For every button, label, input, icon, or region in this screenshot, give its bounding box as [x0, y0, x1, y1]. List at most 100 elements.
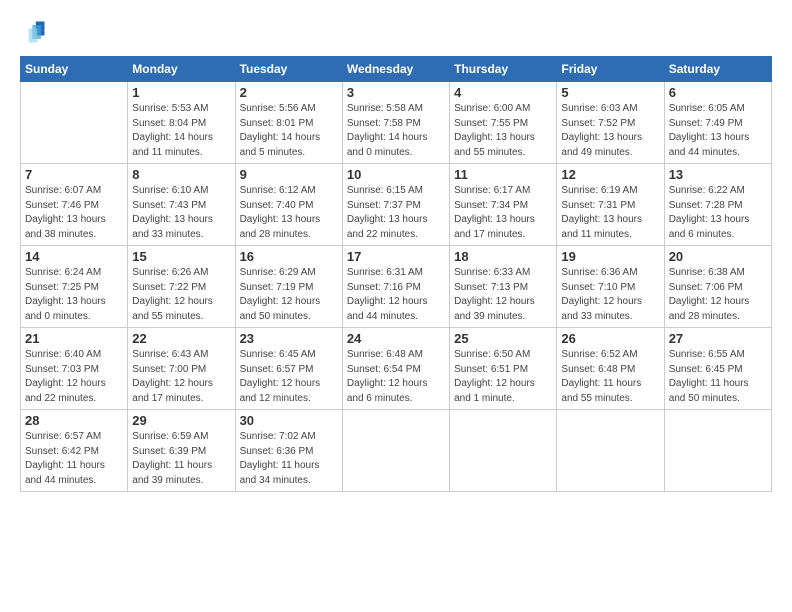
day-info: Sunrise: 5:56 AM Sunset: 8:01 PM Dayligh… — [240, 102, 338, 160]
calendar-cell — [557, 410, 664, 492]
day-number: 16 — [240, 249, 338, 264]
day-info: Sunrise: 6:43 AM Sunset: 7:00 PM Dayligh… — [132, 348, 230, 406]
calendar-cell: 20Sunrise: 6:38 AM Sunset: 7:06 PM Dayli… — [664, 246, 771, 328]
day-number: 3 — [347, 85, 445, 100]
calendar-week-row: 1 Sunrise: 5:53 AM Sunset: 8:04 PM Daylig… — [21, 82, 772, 164]
day-info: Sunrise: 6:48 AM Sunset: 6:54 PM Dayligh… — [347, 348, 445, 406]
day-number: 1 — [132, 85, 230, 100]
day-number: 28 — [25, 413, 123, 428]
day-info: Sunrise: 6:38 AM Sunset: 7:06 PM Dayligh… — [669, 266, 767, 324]
calendar-cell: 8Sunrise: 6:10 AM Sunset: 7:43 PM Daylig… — [128, 164, 235, 246]
day-number: 18 — [454, 249, 552, 264]
calendar-cell: 10 Sunrise: 6:15 AM Sunset: 7:37 PM Dayli… — [342, 164, 449, 246]
day-info: Sunrise: 6:33 AM Sunset: 7:13 PM Dayligh… — [454, 266, 552, 324]
day-info: Sunrise: 7:02 AM Sunset: 6:36 PM Dayligh… — [240, 430, 338, 488]
weekday-saturday: Saturday — [664, 57, 771, 82]
weekday-tuesday: Tuesday — [235, 57, 342, 82]
day-number: 7 — [25, 167, 123, 182]
day-number: 26 — [561, 331, 659, 346]
calendar-cell: 29 Sunrise: 6:59 AM Sunset: 6:39 PM Dayli… — [128, 410, 235, 492]
day-info: Sunrise: 6:50 AM Sunset: 6:51 PM Dayligh… — [454, 348, 552, 406]
calendar-cell: 17 Sunrise: 6:31 AM Sunset: 7:16 PM Dayli… — [342, 246, 449, 328]
day-info: Sunrise: 6:10 AM Sunset: 7:43 PM Dayligh… — [132, 184, 230, 242]
day-number: 19 — [561, 249, 659, 264]
calendar-cell: 19 Sunrise: 6:36 AM Sunset: 7:10 PM Dayli… — [557, 246, 664, 328]
calendar-cell: 21 Sunrise: 6:40 AM Sunset: 7:03 PM Dayli… — [21, 328, 128, 410]
day-info: Sunrise: 6:19 AM Sunset: 7:31 PM Dayligh… — [561, 184, 659, 242]
day-number: 30 — [240, 413, 338, 428]
day-info: Sunrise: 6:24 AM Sunset: 7:25 PM Dayligh… — [25, 266, 123, 324]
calendar-cell — [21, 82, 128, 164]
day-info: Sunrise: 6:17 AM Sunset: 7:34 PM Dayligh… — [454, 184, 552, 242]
day-info: Sunrise: 6:40 AM Sunset: 7:03 PM Dayligh… — [25, 348, 123, 406]
calendar-cell: 28Sunrise: 6:57 AM Sunset: 6:42 PM Dayli… — [21, 410, 128, 492]
calendar-cell: 12 Sunrise: 6:19 AM Sunset: 7:31 PM Dayli… — [557, 164, 664, 246]
day-info: Sunrise: 6:22 AM Sunset: 7:28 PM Dayligh… — [669, 184, 767, 242]
day-info: Sunrise: 6:12 AM Sunset: 7:40 PM Dayligh… — [240, 184, 338, 242]
calendar-cell: 5 Sunrise: 6:03 AM Sunset: 7:52 PM Daylig… — [557, 82, 664, 164]
day-info: Sunrise: 6:55 AM Sunset: 6:45 PM Dayligh… — [669, 348, 767, 406]
day-number: 13 — [669, 167, 767, 182]
day-info: Sunrise: 6:29 AM Sunset: 7:19 PM Dayligh… — [240, 266, 338, 324]
day-info: Sunrise: 5:58 AM Sunset: 7:58 PM Dayligh… — [347, 102, 445, 160]
day-info: Sunrise: 6:07 AM Sunset: 7:46 PM Dayligh… — [25, 184, 123, 242]
calendar-cell: 16 Sunrise: 6:29 AM Sunset: 7:19 PM Dayli… — [235, 246, 342, 328]
calendar-cell: 26 Sunrise: 6:52 AM Sunset: 6:48 PM Dayli… — [557, 328, 664, 410]
day-info: Sunrise: 6:03 AM Sunset: 7:52 PM Dayligh… — [561, 102, 659, 160]
day-number: 12 — [561, 167, 659, 182]
weekday-wednesday: Wednesday — [342, 57, 449, 82]
day-number: 4 — [454, 85, 552, 100]
day-number: 21 — [25, 331, 123, 346]
calendar-week-row: 21 Sunrise: 6:40 AM Sunset: 7:03 PM Dayli… — [21, 328, 772, 410]
day-number: 15 — [132, 249, 230, 264]
day-info: Sunrise: 6:36 AM Sunset: 7:10 PM Dayligh… — [561, 266, 659, 324]
day-number: 6 — [669, 85, 767, 100]
calendar-cell: 2Sunrise: 5:56 AM Sunset: 8:01 PM Daylig… — [235, 82, 342, 164]
weekday-sunday: Sunday — [21, 57, 128, 82]
calendar-cell: 15 Sunrise: 6:26 AM Sunset: 7:22 PM Dayli… — [128, 246, 235, 328]
calendar-cell: 7 Sunrise: 6:07 AM Sunset: 7:46 PM Daylig… — [21, 164, 128, 246]
calendar-cell: 13 Sunrise: 6:22 AM Sunset: 7:28 PM Dayli… — [664, 164, 771, 246]
calendar: SundayMondayTuesdayWednesdayThursdayFrid… — [20, 56, 772, 492]
day-number: 10 — [347, 167, 445, 182]
calendar-cell: 11 Sunrise: 6:17 AM Sunset: 7:34 PM Dayli… — [450, 164, 557, 246]
calendar-cell: 6 Sunrise: 6:05 AM Sunset: 7:49 PM Daylig… — [664, 82, 771, 164]
day-number: 22 — [132, 331, 230, 346]
calendar-cell: 30 Sunrise: 7:02 AM Sunset: 6:36 PM Dayli… — [235, 410, 342, 492]
calendar-cell: 23 Sunrise: 6:45 AM Sunset: 6:57 PM Dayli… — [235, 328, 342, 410]
day-info: Sunrise: 6:52 AM Sunset: 6:48 PM Dayligh… — [561, 348, 659, 406]
day-info: Sunrise: 6:05 AM Sunset: 7:49 PM Dayligh… — [669, 102, 767, 160]
weekday-thursday: Thursday — [450, 57, 557, 82]
day-number: 11 — [454, 167, 552, 182]
day-number: 29 — [132, 413, 230, 428]
weekday-monday: Monday — [128, 57, 235, 82]
calendar-cell: 27 Sunrise: 6:55 AM Sunset: 6:45 PM Dayli… — [664, 328, 771, 410]
day-info: Sunrise: 6:31 AM Sunset: 7:16 PM Dayligh… — [347, 266, 445, 324]
calendar-cell: 14Sunrise: 6:24 AM Sunset: 7:25 PM Dayli… — [21, 246, 128, 328]
day-number: 17 — [347, 249, 445, 264]
calendar-header: SundayMondayTuesdayWednesdayThursdayFrid… — [21, 57, 772, 82]
weekday-row: SundayMondayTuesdayWednesdayThursdayFrid… — [21, 57, 772, 82]
calendar-cell: 18 Sunrise: 6:33 AM Sunset: 7:13 PM Dayli… — [450, 246, 557, 328]
calendar-cell: 9Sunrise: 6:12 AM Sunset: 7:40 PM Daylig… — [235, 164, 342, 246]
calendar-cell — [664, 410, 771, 492]
calendar-week-row: 14Sunrise: 6:24 AM Sunset: 7:25 PM Dayli… — [21, 246, 772, 328]
day-info: Sunrise: 6:00 AM Sunset: 7:55 PM Dayligh… — [454, 102, 552, 160]
day-number: 23 — [240, 331, 338, 346]
calendar-cell — [450, 410, 557, 492]
calendar-cell: 24Sunrise: 6:48 AM Sunset: 6:54 PM Dayli… — [342, 328, 449, 410]
day-number: 27 — [669, 331, 767, 346]
calendar-cell: 3 Sunrise: 5:58 AM Sunset: 7:58 PM Daylig… — [342, 82, 449, 164]
header — [20, 18, 772, 46]
calendar-cell — [342, 410, 449, 492]
day-number: 5 — [561, 85, 659, 100]
day-info: Sunrise: 6:26 AM Sunset: 7:22 PM Dayligh… — [132, 266, 230, 324]
calendar-body: 1 Sunrise: 5:53 AM Sunset: 8:04 PM Daylig… — [21, 82, 772, 492]
day-info: Sunrise: 6:45 AM Sunset: 6:57 PM Dayligh… — [240, 348, 338, 406]
day-info: Sunrise: 5:53 AM Sunset: 8:04 PM Dayligh… — [132, 102, 230, 160]
calendar-cell: 25Sunrise: 6:50 AM Sunset: 6:51 PM Dayli… — [450, 328, 557, 410]
day-info: Sunrise: 6:59 AM Sunset: 6:39 PM Dayligh… — [132, 430, 230, 488]
day-info: Sunrise: 6:15 AM Sunset: 7:37 PM Dayligh… — [347, 184, 445, 242]
calendar-week-row: 28Sunrise: 6:57 AM Sunset: 6:42 PM Dayli… — [21, 410, 772, 492]
calendar-cell: 4 Sunrise: 6:00 AM Sunset: 7:55 PM Daylig… — [450, 82, 557, 164]
